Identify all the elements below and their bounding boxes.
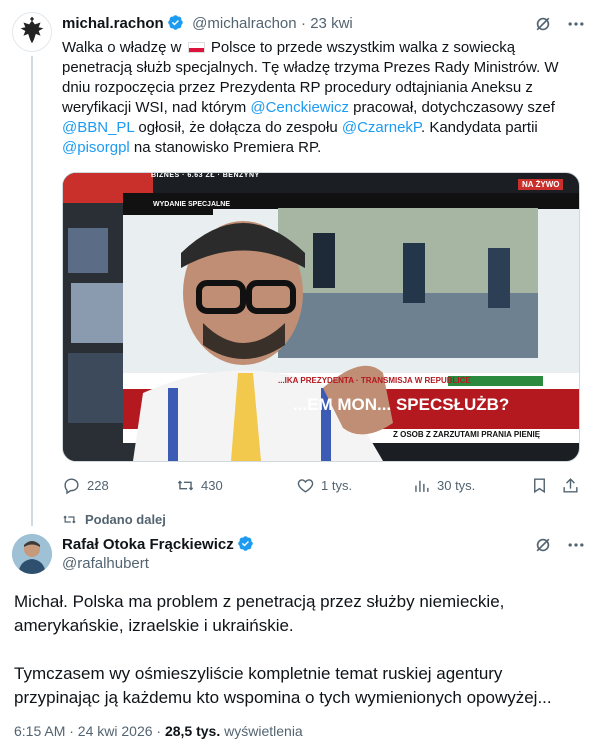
tweet-paragraph: Michał. Polska ma problem z penetracją p… (14, 592, 505, 635)
tweet-text: Walka o władzę w Polsce to przede wszyst… (62, 38, 582, 158)
share-icon (563, 478, 578, 493)
verified-badge-icon (167, 15, 183, 30)
like-button[interactable]: 1 tys. (296, 476, 352, 495)
grok-explain-button[interactable] (533, 535, 553, 560)
verified-badge-icon (237, 536, 253, 551)
mention-link[interactable]: @CzarnekP (342, 119, 421, 136)
views-chart-icon (415, 480, 429, 492)
mention-link[interactable]: @pisorgpl (62, 139, 130, 156)
grok-explain-button[interactable] (533, 14, 553, 39)
handle[interactable]: @rafalhubert (62, 555, 149, 572)
more-dots-icon (568, 543, 584, 547)
video-overlay-headline: ...EM MON... SPECSŁUŻB? (293, 395, 510, 414)
tweet-header: Rafał Otoka Frąckiewicz (62, 535, 254, 554)
user-photo-icon (12, 534, 52, 574)
tweet-header: michal.rachon @michalrachon · 23 kwi (62, 14, 353, 33)
heart-icon (297, 479, 314, 493)
tweet-meta: 6:15 AM · 24 kwi 2026 · 28,5 tys. wyświe… (14, 723, 303, 739)
tweet-text-part: Walka o władzę w (62, 39, 186, 56)
tweet-media-video[interactable]: BIZNES · 6.63 ZŁ · BENZYNY NA ŻYWO WYDAN… (62, 172, 580, 462)
video-frame-illustration (63, 173, 579, 461)
mention-link[interactable]: @Cenckiewicz (250, 99, 349, 116)
tweet-text-part: na stanowisko Premiera RP. (129, 139, 322, 156)
bookmark-button[interactable] (530, 476, 549, 495)
reply-count: 228 (87, 478, 109, 493)
repost-count: 430 (201, 478, 223, 493)
display-name[interactable]: michal.rachon (62, 15, 164, 32)
reply-button[interactable]: 228 (62, 476, 109, 495)
tweet-text-part: . Kandydata partii (421, 119, 538, 136)
repost-icon (177, 480, 194, 491)
avatar[interactable] (12, 12, 52, 52)
mention-link[interactable]: @BBN_PL (62, 119, 134, 136)
repost-label: Podano dalej (85, 512, 166, 527)
grok-icon (536, 17, 550, 31)
avatar[interactable] (12, 534, 52, 574)
views-count: 28,5 tys. (164, 723, 221, 739)
eagle-emblem-icon (13, 13, 51, 51)
share-button[interactable] (561, 476, 580, 495)
repost-button[interactable]: 430 (176, 476, 223, 495)
more-options-button[interactable] (566, 14, 586, 39)
video-overlay-live: NA ŻYWO (518, 179, 564, 190)
poland-flag-icon (187, 42, 205, 53)
video-overlay-top: BIZNES · 6.63 ZŁ · BENZYNY (151, 172, 260, 179)
like-count: 1 tys. (321, 478, 353, 493)
views-button[interactable]: 30 tys. (412, 476, 475, 495)
more-dots-icon (568, 22, 584, 26)
tweet-time[interactable]: 23 kwi (310, 15, 353, 32)
tweet-text: Michał. Polska ma problem z penetracją p… (14, 590, 574, 710)
more-options-button[interactable] (566, 535, 586, 560)
thread-connector-line (31, 56, 33, 526)
video-overlay-ticker: ...IKA PREZYDENTA · TRANSMISJA W REPUBLI… (278, 376, 471, 385)
tweet-text-part: pracował, dotychczasowy szef (348, 99, 555, 116)
repost-icon (63, 515, 76, 524)
video-overlay-ticker2: Z OSOB Z ZARZUTAMI PRANIA PIENIĘ (393, 430, 541, 439)
tweet-text-part: ogłosił, że dołącza do zespołu (134, 119, 342, 136)
views-label: wyświetlenia (220, 723, 303, 739)
video-overlay-banner: WYDANIE SPECJALNE (153, 201, 231, 208)
bookmark-icon (534, 478, 545, 494)
reply-icon (64, 478, 79, 495)
handle[interactable]: @michalrachon (192, 15, 296, 32)
views-count: 30 tys. (437, 478, 476, 493)
tweet-paragraph: Tymczasem wy ośmieszyliście kompletnie t… (14, 664, 552, 707)
display-name[interactable]: Rafał Otoka Frąckiewicz (62, 536, 234, 553)
tweet-timestamp[interactable]: 6:15 AM · 24 kwi 2026 · (14, 723, 165, 739)
repost-indicator[interactable]: Podano dalej (62, 512, 166, 527)
separator-dot: · (301, 15, 311, 32)
grok-icon (536, 538, 550, 552)
